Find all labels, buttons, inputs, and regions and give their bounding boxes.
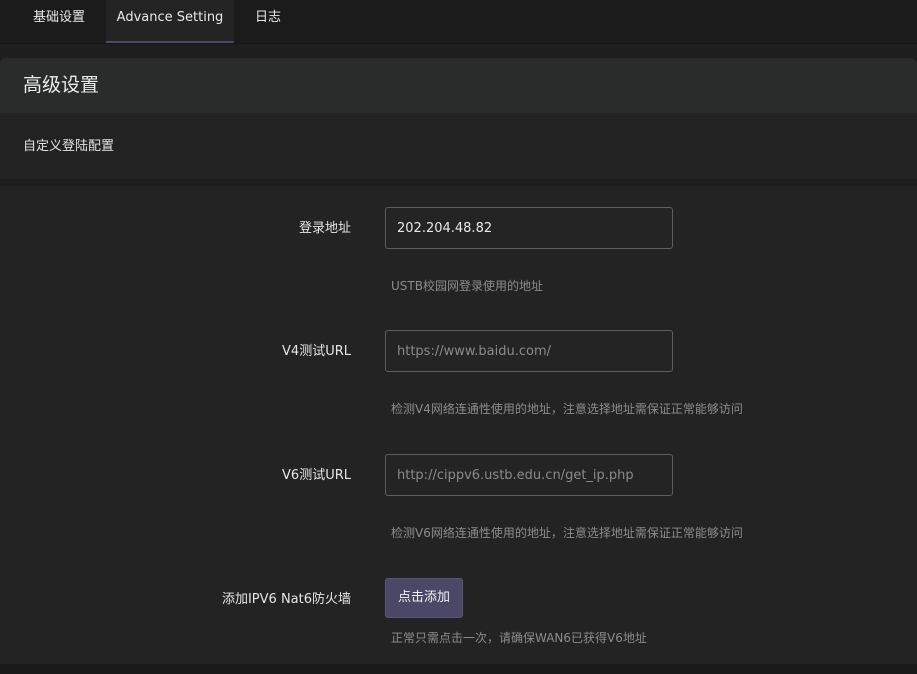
firewall-label: 添加IPV6 Nat6防火墙 [221, 592, 351, 607]
v6-url-label: V6测试URL [282, 468, 351, 483]
tab-log[interactable]: 日志 [240, 0, 296, 43]
v6-url-input[interactable] [385, 454, 673, 496]
bottom-bar [0, 664, 917, 674]
v4-url-label: V4测试URL [282, 344, 351, 359]
firewall-hint: 正常只需点击一次，请确保WAN6已获得V6地址 [391, 631, 647, 645]
tab-divider [0, 44, 917, 58]
section-header: 高级设置 [0, 58, 917, 113]
section-description-band: 自定义登陆配置 [0, 113, 917, 179]
v6-url-hint: 检测V6网络连通性使用的地址，注意选择地址需保证正常能够访问 [391, 526, 743, 540]
tab-basic-settings[interactable]: 基础设置 [18, 0, 100, 43]
tab-bar: 基础设置 Advance Setting 日志 [0, 0, 917, 44]
add-firewall-button[interactable]: 点击添加 [385, 578, 463, 618]
login-address-input[interactable] [385, 207, 673, 249]
tab-advance-setting[interactable]: Advance Setting [106, 0, 234, 43]
v4-url-hint: 检测V4网络连通性使用的地址，注意选择地址需保证正常能够访问 [391, 402, 743, 416]
section-description: 自定义登陆配置 [23, 139, 115, 154]
login-address-label: 登录地址 [298, 221, 351, 236]
section-title: 高级设置 [23, 74, 100, 96]
login-address-hint: USTB校园网登录使用的地址 [391, 279, 543, 293]
v4-url-input[interactable] [385, 330, 673, 372]
section-divider [0, 179, 917, 186]
